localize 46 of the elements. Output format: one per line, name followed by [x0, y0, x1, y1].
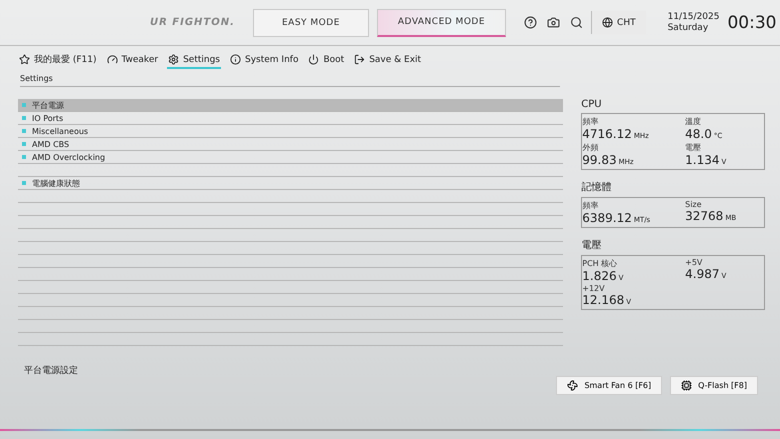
- globe-icon: [602, 17, 614, 28]
- camera-icon[interactable]: [547, 16, 560, 29]
- help-text: 平台電源設定: [24, 364, 78, 377]
- stat-label: +12V: [582, 284, 606, 293]
- gauge-icon: [106, 54, 118, 65]
- menu-item[interactable]: AMD CBS: [18, 138, 564, 151]
- menu-item[interactable]: 平台電源: [18, 99, 564, 112]
- nav-tab[interactable]: Settings: [167, 53, 221, 69]
- fan-icon: [567, 380, 578, 391]
- logo-text: UR FIGHTON.: [149, 17, 236, 28]
- settings-icon: [168, 54, 180, 65]
- stat-label: PCH 核心: [582, 258, 618, 269]
- mode-tab[interactable]: EASY MODE: [253, 8, 369, 36]
- menu-item[interactable]: IO Ports: [18, 112, 564, 125]
- mode-tab[interactable]: ADVANCED MODE: [376, 8, 506, 36]
- chip-icon: [681, 380, 692, 391]
- help-icon[interactable]: [524, 16, 538, 29]
- menu-item[interactable]: AMD Overclocking: [18, 151, 564, 164]
- panel-title: 電壓: [581, 239, 602, 252]
- menu-item[interactable]: 電腦健康狀態: [18, 177, 564, 190]
- function-button[interactable]: Smart Fan 6 [F6]: [556, 376, 662, 395]
- stat-label: 外頻: [582, 142, 600, 153]
- nav-tab[interactable]: Tweaker: [106, 53, 160, 69]
- date-text: 11/15/2025: [668, 12, 720, 22]
- day-text: Saturday: [668, 22, 710, 34]
- info-icon: [230, 54, 241, 65]
- stat-label: +5V: [685, 258, 704, 267]
- panel-title: CPU: [581, 99, 603, 110]
- nav-tab[interactable]: System Info: [229, 53, 300, 69]
- nav-tab[interactable]: 我的最愛 (F11): [18, 52, 98, 70]
- menu-item[interactable]: Miscellaneous: [18, 125, 564, 138]
- power-icon: [308, 54, 320, 65]
- clock-text: 00:30: [727, 12, 776, 32]
- function-button[interactable]: Q-Flash [F8]: [670, 376, 758, 395]
- stat-label: 頻率: [582, 200, 600, 211]
- nav-tab[interactable]: Save & Exit: [353, 53, 422, 69]
- panel-title: 記憶體: [581, 180, 612, 194]
- stat-label: 溫度: [685, 116, 702, 127]
- stat-label: Size: [685, 200, 703, 209]
- search-icon[interactable]: [570, 16, 584, 29]
- nav-tab[interactable]: Boot: [307, 53, 346, 69]
- breadcrumb-text: Settings: [20, 74, 560, 87]
- stat-label: 電壓: [685, 142, 702, 153]
- exit-icon: [354, 54, 366, 65]
- stat-label: 頻率: [582, 116, 600, 127]
- star-icon: [19, 54, 30, 65]
